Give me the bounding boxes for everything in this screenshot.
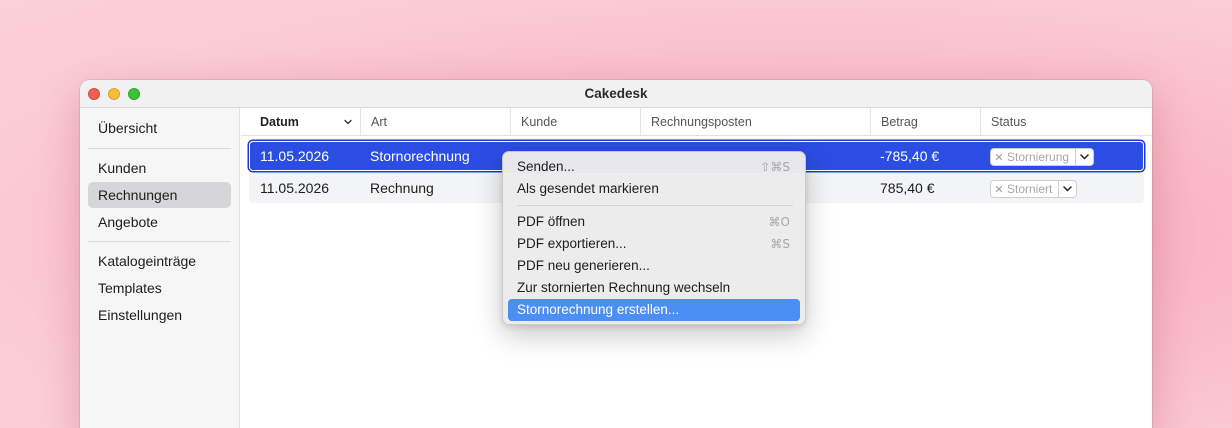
- column-header-rechnungsposten[interactable]: Rechnungsposten: [640, 108, 870, 136]
- sidebar-separator: [88, 241, 231, 242]
- menu-item-shortcut: ⌘O: [768, 215, 790, 229]
- menu-item-zur-stornierten-rechnung[interactable]: Zur stornierten Rechnung wechseln: [508, 277, 800, 299]
- menu-item-label: Stornorechnung erstellen...: [517, 302, 680, 317]
- column-header-art[interactable]: Art: [360, 108, 510, 136]
- status-select[interactable]: ✕ Stornierung: [990, 148, 1095, 166]
- menu-item-label: PDF öffnen: [517, 214, 586, 229]
- column-header-label: Rechnungsposten: [651, 115, 752, 129]
- menu-item-label: Als gesendet markieren: [517, 181, 659, 196]
- cell-betrag: -785,40 €: [880, 148, 940, 164]
- column-header-label: Betrag: [881, 115, 918, 129]
- status-dropdown-button[interactable]: [1075, 149, 1093, 165]
- sidebar-item-label: Angebote: [98, 214, 158, 230]
- column-header-datum[interactable]: Datum: [241, 108, 360, 136]
- sidebar-item-kunden[interactable]: Kunden: [88, 155, 231, 181]
- sidebar-item-rechnungen[interactable]: Rechnungen: [88, 182, 231, 208]
- sidebar-item-label: Rechnungen: [98, 187, 178, 203]
- sidebar-item-einstellungen[interactable]: Einstellungen: [88, 302, 231, 328]
- title-bar: Cakedesk: [80, 80, 1152, 108]
- sort-chevron-down-icon: [344, 119, 352, 125]
- menu-item-label: Zur stornierten Rechnung wechseln: [517, 280, 731, 295]
- column-header-betrag[interactable]: Betrag: [870, 108, 980, 136]
- sidebar-separator: [88, 148, 231, 149]
- column-header-label: Status: [991, 115, 1027, 129]
- sidebar-item-label: Einstellungen: [98, 307, 183, 323]
- sidebar-item-templates[interactable]: Templates: [88, 275, 231, 301]
- context-menu: Senden... ⇧⌘S Als gesendet markieren PDF…: [502, 151, 806, 325]
- chevron-down-icon: [1080, 154, 1089, 160]
- menu-item-senden[interactable]: Senden... ⇧⌘S: [508, 156, 800, 178]
- table-header: Datum Art Kunde Rechnungsposten Betrag S…: [241, 108, 1152, 136]
- menu-item-stornorechnung-erstellen[interactable]: Stornorechnung erstellen...: [508, 299, 800, 321]
- menu-item-pdf-exportieren[interactable]: PDF exportieren... ⌘S: [508, 233, 800, 255]
- sidebar-item-katalogeintraege[interactable]: Katalogeinträge: [88, 248, 231, 274]
- menu-item-pdf-neu-generieren[interactable]: PDF neu generieren...: [508, 255, 800, 277]
- cell-art: Stornorechnung: [370, 148, 470, 164]
- sidebar-item-angebote[interactable]: Angebote: [88, 209, 231, 235]
- sidebar-item-label: Katalogeinträge: [98, 253, 197, 269]
- sidebar-item-uebersicht[interactable]: Übersicht: [88, 115, 231, 141]
- status-label: Storniert: [1007, 182, 1053, 196]
- sidebar: Übersicht Kunden Rechnungen Angebote Kat…: [80, 108, 240, 428]
- cell-betrag: 785,40 €: [880, 180, 935, 196]
- window-title: Cakedesk: [584, 86, 648, 101]
- menu-item-shortcut: ⌘S: [770, 237, 790, 251]
- column-header-label: Kunde: [521, 115, 558, 129]
- remove-status-icon[interactable]: ✕: [991, 183, 1007, 196]
- column-header-label: Datum: [260, 115, 299, 129]
- sidebar-item-label: Templates: [98, 280, 162, 296]
- status-select[interactable]: ✕ Storniert: [990, 180, 1078, 198]
- cell-datum: 11.05.2026: [260, 180, 330, 196]
- menu-item-label: PDF neu generieren...: [517, 258, 650, 273]
- menu-item-shortcut: ⇧⌘S: [760, 160, 790, 174]
- column-header-kunde[interactable]: Kunde: [510, 108, 640, 136]
- menu-item-label: PDF exportieren...: [517, 236, 627, 251]
- menu-item-als-gesendet-markieren[interactable]: Als gesendet markieren: [508, 178, 800, 200]
- sidebar-item-label: Übersicht: [98, 120, 158, 136]
- remove-status-icon[interactable]: ✕: [991, 151, 1007, 164]
- cell-datum: 11.05.2026: [260, 148, 330, 164]
- column-header-status[interactable]: Status: [980, 108, 1152, 136]
- column-header-label: Art: [371, 115, 387, 129]
- menu-separator: [517, 205, 793, 206]
- status-dropdown-button[interactable]: [1058, 181, 1076, 197]
- chevron-down-icon: [1063, 186, 1073, 192]
- status-label: Stornierung: [1007, 150, 1070, 164]
- sidebar-item-label: Kunden: [98, 160, 147, 176]
- menu-item-label: Senden...: [517, 159, 575, 174]
- cell-art: Rechnung: [370, 180, 434, 196]
- menu-item-pdf-oeffnen[interactable]: PDF öffnen ⌘O: [508, 211, 800, 233]
